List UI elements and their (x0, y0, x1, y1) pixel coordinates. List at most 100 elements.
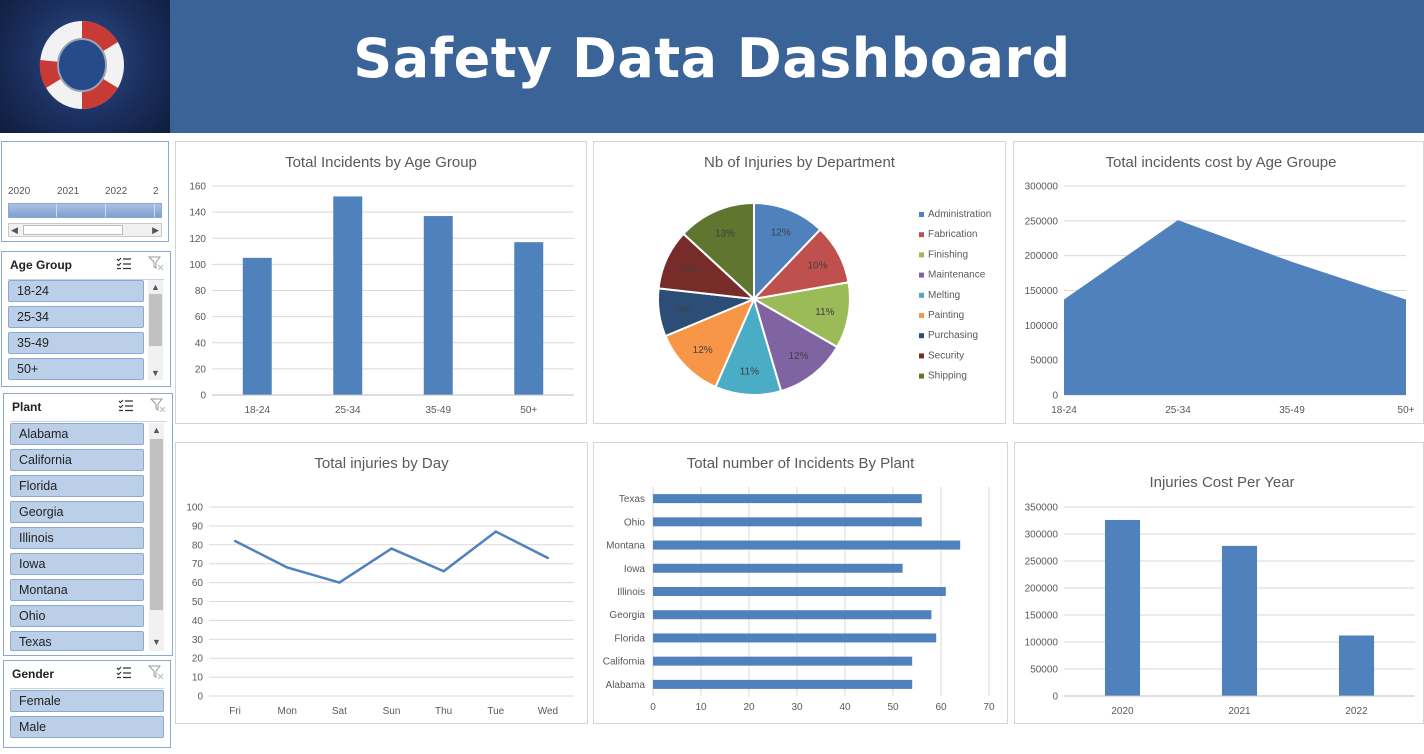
x-tick-label: 20 (743, 702, 755, 713)
timeline-scroll-thumb[interactable] (23, 225, 123, 235)
slicer-item-ohio[interactable]: Ohio (10, 605, 144, 627)
x-tick-label: 35-49 (1279, 405, 1305, 416)
y-tick-label: Ohio (624, 517, 646, 528)
chevron-down-icon[interactable]: ▼ (149, 635, 164, 649)
slicer-item-florida[interactable]: Florida (10, 475, 144, 497)
scroll-thumb[interactable] (150, 439, 163, 610)
clear-filter-icon[interactable] (149, 398, 166, 413)
slicer-header: Gender (4, 661, 170, 689)
legend-swatch (919, 232, 924, 238)
slicer-item-california[interactable]: California (10, 449, 144, 471)
timeline-year[interactable]: 2020 (8, 186, 30, 197)
bar (653, 587, 946, 596)
y-tick-label: 300000 (1025, 182, 1059, 193)
scroll-left-icon[interactable]: ◀ (11, 224, 18, 236)
cost-per-year-svg: Injuries Cost Per Year 0 50000 100000 150000… (1025, 474, 1415, 717)
x-tick-label: 35-49 (425, 405, 451, 416)
timeline-slicer[interactable]: 2020 2021 2022 2 ◀ ▶ (1, 141, 169, 242)
y-tick-label: 0 (1052, 692, 1058, 703)
cost-per-year-chart[interactable]: Injuries Cost Per Year 0 50000 100000 150000… (1014, 442, 1424, 724)
x-tick-label: 0 (650, 702, 656, 713)
multi-select-icon[interactable] (118, 398, 134, 412)
y-tick-label: 200000 (1025, 584, 1059, 595)
slicer-scrollbar[interactable]: ▲ ▼ (148, 280, 163, 380)
incidents-by-age-svg: Total Incidents by Age Group 0 20 40 60 80 100… (189, 154, 574, 416)
slicer-item-female[interactable]: Female (10, 690, 164, 712)
x-tick-label: Thu (435, 706, 452, 717)
legend-entry: Melting (928, 290, 960, 301)
y-tick-label: 50000 (1030, 356, 1058, 367)
y-tick-label: 20 (195, 364, 207, 375)
slicer-header: Plant (4, 394, 172, 422)
multi-select-icon[interactable] (116, 256, 132, 270)
y-tick-label: 100000 (1025, 321, 1059, 332)
x-tick-label: 25-34 (335, 405, 361, 416)
bar (653, 656, 913, 666)
x-tick-label: 50+ (1398, 405, 1415, 416)
y-tick-label: 50000 (1030, 665, 1058, 676)
y-tick-label: 0 (1052, 391, 1058, 402)
bar (1104, 519, 1141, 696)
slicer-item-18-24[interactable]: 18-24 (8, 280, 144, 302)
slicer-item-alabama[interactable]: Alabama (10, 423, 144, 445)
bar (653, 610, 932, 620)
y-tick-label: 90 (192, 521, 204, 532)
slicer-item-montana[interactable]: Montana (10, 579, 144, 601)
timeline-year[interactable]: 2022 (105, 186, 127, 197)
y-tick-label: 250000 (1025, 557, 1059, 568)
scroll-right-icon[interactable]: ▶ (152, 224, 159, 236)
chevron-down-icon[interactable]: ▼ (148, 366, 163, 380)
timeline-scrollbar[interactable]: ◀ ▶ (8, 223, 162, 237)
scroll-thumb[interactable] (149, 294, 162, 346)
slicer-item-texas[interactable]: Texas (10, 631, 144, 651)
slicer-item-50-plus[interactable]: 50+ (8, 358, 144, 380)
slicer-item-iowa[interactable]: Iowa (10, 553, 144, 575)
x-tick-label: 30 (791, 702, 803, 713)
chart-title: Total injuries by Day (314, 455, 449, 472)
chevron-up-icon[interactable]: ▲ (148, 280, 163, 294)
cost-by-age-chart[interactable]: Total incidents cost by Age Groupe 0 50000… (1013, 141, 1424, 424)
y-tick-label: 150000 (1025, 611, 1059, 622)
timeline-year[interactable]: 2 (153, 186, 159, 197)
x-tick-label: 18-24 (1051, 405, 1077, 416)
slicer-item-illinois[interactable]: Illinois (10, 527, 144, 549)
y-tick-label: 80 (195, 286, 207, 297)
bar (653, 563, 903, 573)
data-label: 10% (678, 265, 698, 276)
y-tick-label: 300000 (1025, 530, 1059, 541)
injuries-by-department-chart[interactable]: Nb of Injuries by Department 12% 10% 11% 12%… (593, 141, 1006, 424)
bar (653, 540, 961, 550)
slicer-item-male[interactable]: Male (10, 716, 164, 738)
y-tick-label: Illinois (617, 587, 645, 598)
slicer-item-35-49[interactable]: 35-49 (8, 332, 144, 354)
chevron-up-icon[interactable]: ▲ (149, 423, 164, 437)
bar (653, 633, 937, 643)
injuries-by-day-chart[interactable]: Total injuries by Day 0 10 20 30 40 50 60 70 80 90… (175, 442, 588, 724)
data-label: 8% (676, 305, 691, 316)
timeline-year[interactable]: 2021 (57, 186, 79, 197)
data-label: 11% (815, 307, 834, 318)
legend-swatch (919, 333, 924, 339)
injuries-by-department-svg: Nb of Injuries by Department 12% 10% 11% 12%… (657, 154, 991, 396)
multi-select-icon[interactable] (116, 665, 132, 679)
data-point (390, 547, 393, 550)
x-tick-label: Sat (332, 706, 347, 717)
bar (514, 242, 544, 395)
clear-filter-icon[interactable] (147, 665, 164, 680)
y-tick-label: 10 (192, 673, 204, 684)
slicer-item-25-34[interactable]: 25-34 (8, 306, 144, 328)
x-tick-label: 2020 (1111, 706, 1134, 717)
incidents-by-plant-chart[interactable]: Total number of Incidents By Plant 0 10 20 3… (593, 442, 1008, 724)
slicer-title: Age Group (10, 258, 72, 272)
slicer-item-georgia[interactable]: Georgia (10, 501, 144, 523)
data-point (286, 566, 289, 569)
page-title: Safety Data Dashboard (353, 27, 1071, 90)
clear-filter-icon[interactable] (147, 256, 164, 271)
incidents-by-age-chart[interactable]: Total Incidents by Age Group 0 20 40 60 80 100… (175, 141, 587, 424)
dashboard-header: Safety Data Dashboard (0, 0, 1424, 133)
x-tick-label: 40 (839, 702, 851, 713)
x-tick-label: Tue (487, 706, 504, 717)
timeline-selection-bar[interactable] (8, 203, 162, 218)
slicer-scrollbar[interactable]: ▲ ▼ (149, 423, 164, 651)
area-series (1064, 220, 1406, 395)
